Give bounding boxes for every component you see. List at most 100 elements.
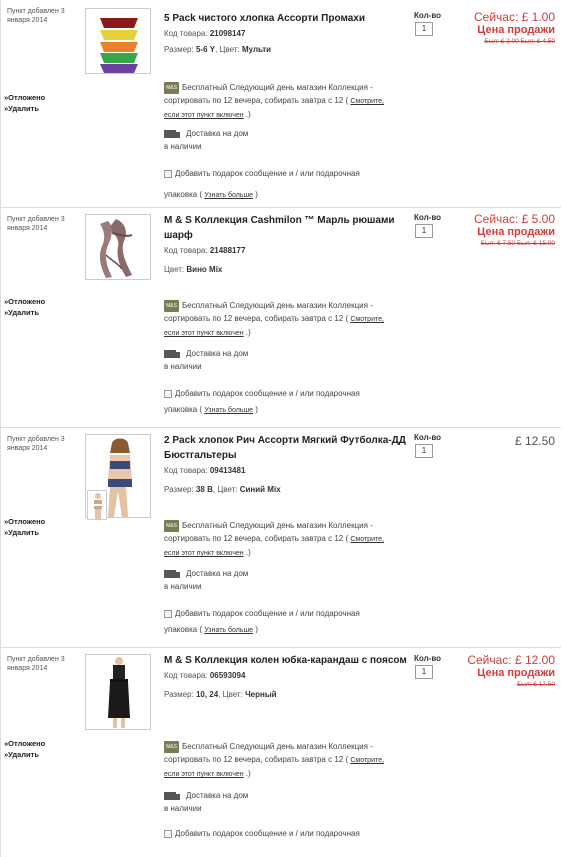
added-date: Пункт добавлен 3 января 2014 bbox=[7, 216, 65, 232]
save-for-later-link[interactable]: »Отложено bbox=[4, 738, 45, 749]
item-included-link[interactable]: если этот пункт включен bbox=[164, 112, 244, 119]
quantity-input[interactable]: 1 bbox=[415, 224, 433, 238]
store-icon: M&S bbox=[164, 519, 179, 532]
quantity-input[interactable]: 1 bbox=[415, 665, 433, 679]
store-icon: M&S bbox=[164, 299, 179, 312]
product-code: Код товара: 21488177 bbox=[164, 246, 246, 255]
gift-option: Добавить подарок сообщение и / или подар… bbox=[164, 389, 360, 414]
product-image[interactable] bbox=[85, 214, 151, 280]
quantity-label: Кол-во bbox=[414, 213, 442, 222]
product-attributes: Цвет: Вино Mix bbox=[164, 265, 223, 274]
basket-item: Пункт добавлен 3 января 2014 »Отложено »… bbox=[1, 0, 561, 208]
quantity-input[interactable]: 1 bbox=[415, 444, 433, 458]
price-was: Был: £ 7.50 Был: £ 15.00 bbox=[480, 240, 555, 247]
sale-label: Цена продажи bbox=[477, 667, 555, 679]
truck-icon bbox=[164, 129, 180, 138]
price-block: Сейчас: £ 5.00 Цена продажи Был: £ 7.50 … bbox=[474, 213, 555, 248]
learn-more-link[interactable]: Узнать больше bbox=[204, 627, 253, 634]
home-delivery: Доставка на дом в наличии bbox=[164, 349, 249, 371]
see-link[interactable]: Смотрите, bbox=[350, 536, 384, 543]
price-now: Сейчас: £ 1.00 bbox=[474, 10, 555, 24]
product-thumbnail-alt[interactable] bbox=[87, 490, 107, 520]
learn-more-link[interactable]: Узнать больше bbox=[204, 407, 253, 414]
remove-link[interactable]: »Удалить bbox=[4, 527, 45, 538]
basket-item: Пункт добавлен 3 января 2014 »Отложено »… bbox=[1, 428, 561, 648]
product-info: 5 Pack чистого хлопка Ассорти Промахи Ко… bbox=[164, 11, 409, 54]
item-actions: »Отложено »Удалить bbox=[4, 516, 45, 538]
see-link[interactable]: Смотрите, bbox=[350, 757, 384, 764]
gift-checkbox[interactable] bbox=[164, 609, 172, 618]
product-attributes: Размер: 10, 24, Цвет: Черный bbox=[164, 690, 277, 699]
item-actions: »Отложено »Удалить bbox=[4, 296, 45, 318]
gift-checkbox[interactable] bbox=[164, 169, 172, 178]
product-info: M & S Коллекция колен юбка-карандаш с по… bbox=[164, 653, 409, 699]
save-for-later-link[interactable]: »Отложено bbox=[4, 92, 45, 103]
save-for-later-link[interactable]: »Отложено bbox=[4, 516, 45, 527]
product-info: 2 Pack хлопок Рич Ассорти Мягкий Футболк… bbox=[164, 433, 409, 494]
stock-status: в наличии bbox=[164, 362, 202, 371]
basket-item: Пункт добавлен 3 января 2014 »Отложено »… bbox=[1, 648, 561, 857]
gift-option: Добавить подарок сообщение и / или подар… bbox=[164, 169, 360, 199]
price-block: Сейчас: £ 1.00 Цена продажи Был: £ 2.00 … bbox=[474, 11, 555, 46]
product-attributes: Размер: 5-6 Y, Цвет: Мульти bbox=[164, 45, 272, 54]
truck-icon bbox=[164, 569, 180, 578]
product-code: Код товара: 06593094 bbox=[164, 671, 246, 680]
price-block: Сейчас: £ 12.00 Цена продажи Был: £ 17.5… bbox=[467, 654, 555, 689]
added-date: Пункт добавлен 3 января 2014 bbox=[7, 436, 65, 452]
basket-item: Пункт добавлен 3 января 2014 »Отложено »… bbox=[1, 208, 561, 428]
quantity-label: Кол-во bbox=[414, 11, 442, 20]
home-delivery: Доставка на дом в наличии bbox=[164, 129, 249, 151]
price-was: Был: £ 2.00 Был: £ 4.50 bbox=[484, 38, 555, 45]
product-code: Код товара: 09413481 bbox=[164, 466, 246, 475]
item-included-link[interactable]: если этот пункт включен bbox=[164, 330, 244, 337]
store-collection-info: M&S Бесплатный Следующий день магазин Кол… bbox=[164, 519, 384, 557]
store-collection-info: M&S Бесплатный Следующий день магазин Кол… bbox=[164, 299, 384, 337]
product-image[interactable] bbox=[85, 8, 151, 74]
store-collection-info: M&S Бесплатный Следующий день магазин Кол… bbox=[164, 740, 384, 778]
home-delivery: Доставка на дом в наличии bbox=[164, 791, 249, 813]
remove-link[interactable]: »Удалить bbox=[4, 103, 45, 114]
sale-label: Цена продажи bbox=[477, 24, 555, 36]
see-link[interactable]: Смотрите, bbox=[350, 316, 384, 323]
see-link[interactable]: Смотрите, bbox=[350, 98, 384, 105]
item-actions: »Отложено »Удалить bbox=[4, 92, 45, 114]
save-for-later-link[interactable]: »Отложено bbox=[4, 296, 45, 307]
product-image[interactable] bbox=[85, 654, 151, 730]
price-block: £ 12.50 bbox=[515, 434, 555, 448]
price-now: Сейчас: £ 5.00 bbox=[474, 212, 555, 226]
price-now: Сейчас: £ 12.00 bbox=[467, 653, 555, 667]
item-included-link[interactable]: если этот пункт включен bbox=[164, 550, 244, 557]
product-code: Код товара: 21098147 bbox=[164, 29, 246, 38]
product-title[interactable]: M & S Коллекция Cashmilon ™ Марль рюшами… bbox=[164, 213, 409, 243]
gift-option: Добавить подарок сообщение и / или подар… bbox=[164, 827, 360, 840]
store-icon: M&S bbox=[164, 81, 179, 94]
quantity-input[interactable]: 1 bbox=[415, 22, 433, 36]
truck-icon bbox=[164, 791, 180, 800]
price-was: Был: £ 17.50 bbox=[516, 681, 555, 688]
home-delivery: Доставка на дом в наличии bbox=[164, 569, 249, 591]
gift-checkbox[interactable] bbox=[164, 389, 172, 398]
item-included-link[interactable]: если этот пункт включен bbox=[164, 771, 244, 778]
added-date: Пункт добавлен 3 января 2014 bbox=[7, 656, 65, 672]
quantity-label: Кол-во bbox=[414, 433, 442, 442]
product-info: M & S Коллекция Cashmilon ™ Марль рюшами… bbox=[164, 213, 409, 274]
product-title[interactable]: 2 Pack хлопок Рич Ассорти Мягкий Футболк… bbox=[164, 433, 409, 463]
product-title[interactable]: M & S Коллекция колен юбка-карандаш с по… bbox=[164, 653, 409, 668]
stock-status: в наличии bbox=[164, 582, 202, 591]
item-actions: »Отложено »Удалить bbox=[4, 738, 45, 760]
learn-more-link[interactable]: Узнать больше bbox=[204, 192, 253, 199]
sale-label: Цена продажи bbox=[477, 226, 555, 238]
remove-link[interactable]: »Удалить bbox=[4, 749, 45, 760]
product-title[interactable]: 5 Pack чистого хлопка Ассорти Промахи bbox=[164, 11, 409, 26]
remove-link[interactable]: »Удалить bbox=[4, 307, 45, 318]
store-collection-info: M&S Бесплатный Следующий день магазин Кол… bbox=[164, 81, 384, 119]
quantity-label: Кол-во bbox=[414, 654, 442, 663]
truck-icon bbox=[164, 349, 180, 358]
added-date: Пункт добавлен 3 января 2014 bbox=[7, 8, 65, 24]
gift-option: Добавить подарок сообщение и / или подар… bbox=[164, 609, 360, 634]
basket-list: Пункт добавлен 3 января 2014 »Отложено »… bbox=[0, 0, 564, 857]
gift-checkbox[interactable] bbox=[164, 829, 172, 838]
stock-status: в наличии bbox=[164, 142, 202, 151]
price: £ 12.50 bbox=[514, 434, 555, 448]
stock-status: в наличии bbox=[164, 804, 202, 813]
